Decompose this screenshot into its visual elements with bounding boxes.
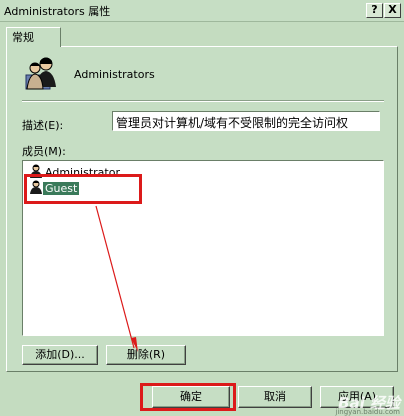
- annotation-arrow: [95, 205, 138, 352]
- watermark-url: jingyan.baidu.com: [335, 408, 400, 416]
- tab-general-label: 常规: [12, 31, 34, 44]
